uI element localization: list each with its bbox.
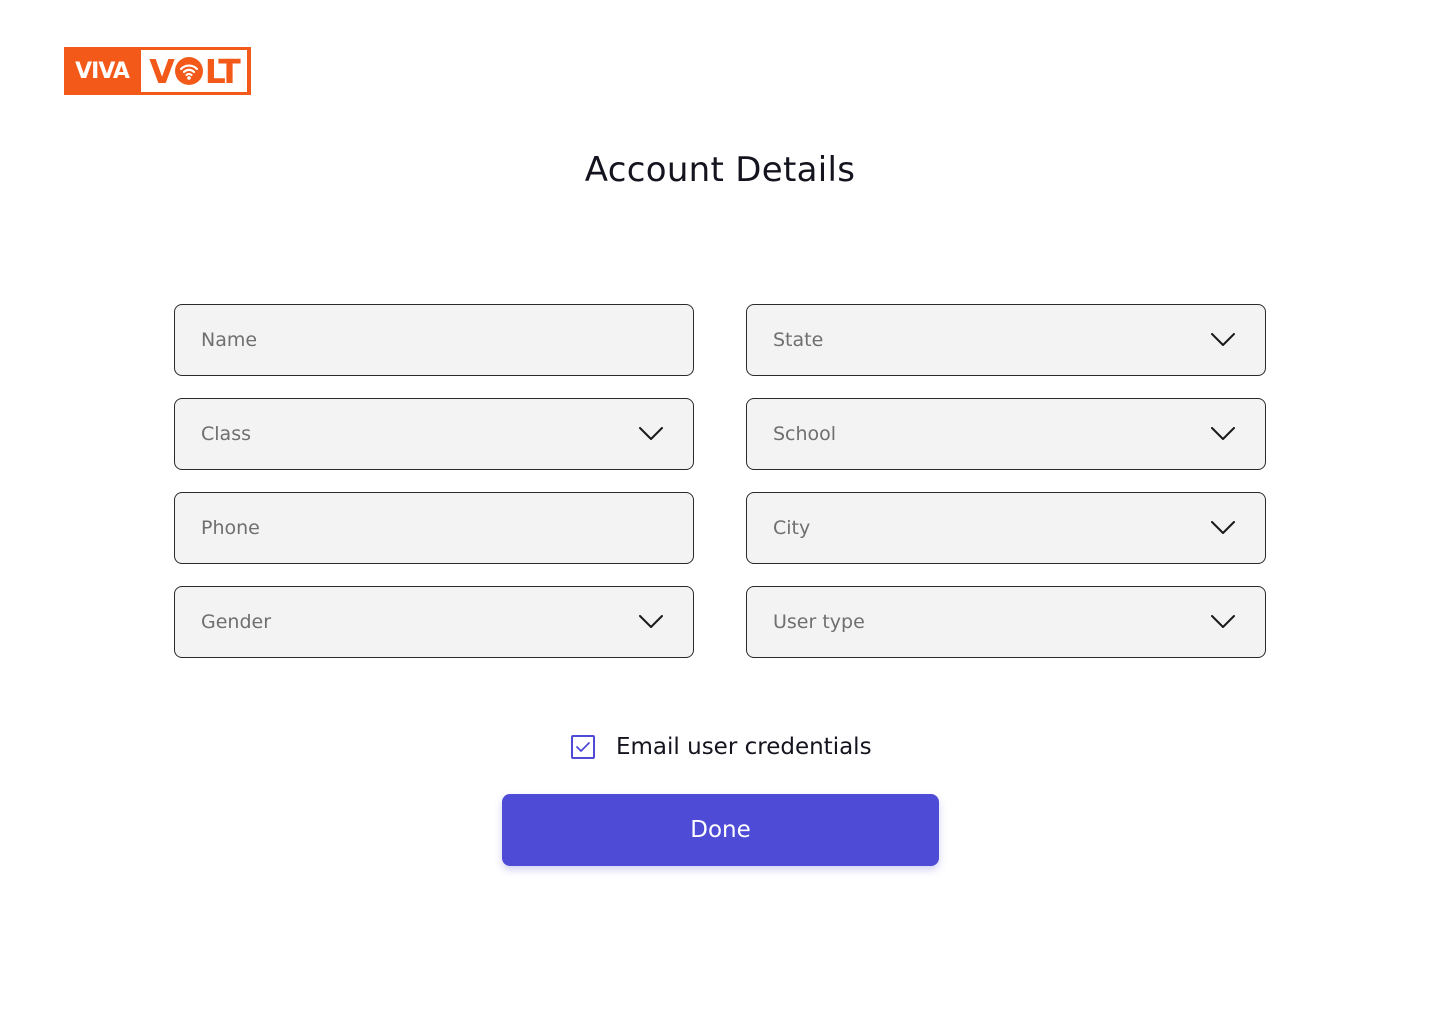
state-dropdown[interactable]: State	[746, 304, 1266, 376]
checkmark-icon	[576, 742, 590, 752]
vivavolt-logo: VIVA V LT	[64, 47, 251, 95]
phone-field[interactable]	[174, 492, 694, 564]
chevron-down-icon	[1211, 333, 1235, 347]
chevron-down-icon	[1211, 427, 1235, 441]
email-credentials-label: Email user credentials	[616, 734, 872, 760]
account-details-page: VIVA V LT Account Details State	[0, 0, 1440, 1024]
chevron-down-icon	[1211, 521, 1235, 535]
gender-dropdown[interactable]: Gender	[174, 586, 694, 658]
logo-viva-text: VIVA	[75, 58, 130, 84]
city-dropdown-label: City	[773, 517, 811, 539]
page-title: Account Details	[584, 150, 856, 190]
class-dropdown-label: Class	[201, 423, 251, 445]
name-field[interactable]	[174, 304, 694, 376]
logo-volt-suffix: LT	[204, 51, 241, 91]
email-credentials-checkbox[interactable]	[571, 735, 595, 759]
state-dropdown-label: State	[773, 329, 824, 351]
logo-volt-block: V LT	[141, 50, 247, 92]
school-dropdown[interactable]: School	[746, 398, 1266, 470]
class-dropdown[interactable]: Class	[174, 398, 694, 470]
chevron-down-icon	[639, 427, 663, 441]
gender-dropdown-label: Gender	[201, 611, 272, 633]
school-dropdown-label: School	[773, 423, 837, 445]
logo-volt-prefix: V	[149, 51, 175, 91]
done-button[interactable]: Done	[502, 794, 939, 866]
chevron-down-icon	[1211, 615, 1235, 629]
user-type-dropdown-label: User type	[773, 611, 865, 633]
city-dropdown[interactable]: City	[746, 492, 1266, 564]
wifi-o-icon	[174, 56, 204, 86]
phone-input[interactable]	[201, 517, 663, 539]
user-type-dropdown[interactable]: User type	[746, 586, 1266, 658]
chevron-down-icon	[639, 615, 663, 629]
email-credentials-option[interactable]: Email user credentials	[571, 732, 872, 762]
name-input[interactable]	[201, 329, 663, 351]
